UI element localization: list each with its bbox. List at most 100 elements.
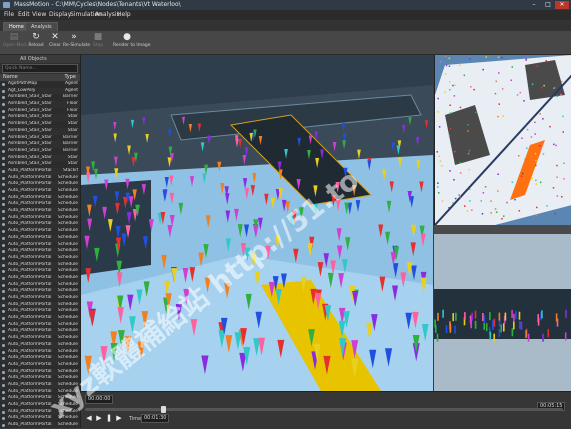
visibility-icon[interactable]	[2, 223, 5, 227]
visibility-icon[interactable]	[2, 357, 5, 361]
list-item[interactable]: Asmbled_Stair_Stair Stair	[0, 161, 80, 168]
visibility-icon[interactable]	[2, 310, 5, 314]
visibility-icon[interactable]	[2, 149, 5, 153]
list-item[interactable]: Auto_PlatformPortal10- Schedule	[0, 281, 80, 289]
visibility-icon[interactable]	[2, 263, 5, 267]
visibility-icon[interactable]	[2, 397, 5, 401]
visibility-icon[interactable]	[2, 337, 5, 341]
visibility-icon[interactable]	[2, 183, 5, 187]
list-item[interactable]: Auto_PlatformPortal1- Schedule	[0, 208, 80, 215]
visibility-icon[interactable]	[2, 96, 5, 100]
list-item[interactable]: Auto_PlatformPortal2- Schedule	[0, 361, 80, 369]
visibility-icon[interactable]	[2, 143, 5, 147]
visibility-icon[interactable]	[2, 136, 5, 140]
visibility-icon[interactable]	[2, 216, 5, 220]
list-item[interactable]: Auto_PlatformPortal1- Schedule	[0, 228, 80, 235]
list-item[interactable]: Asmbled_Stair_Stair Stair	[0, 114, 80, 121]
visibility-icon[interactable]	[2, 156, 5, 160]
menu-help[interactable]: Help	[117, 11, 131, 18]
visibility-icon[interactable]	[2, 250, 5, 254]
list-item[interactable]: Auto_PlatformPortal1- Schedule	[0, 195, 80, 202]
list-item[interactable]: Auto_PlatformPortal1- Schedule	[0, 221, 80, 228]
list-item[interactable]: Auto_PlatformPortal10- Schedule	[0, 288, 80, 295]
list-item[interactable]: Auto_PlatformPortal1- Schedule	[0, 254, 80, 262]
visibility-icon[interactable]	[2, 83, 5, 86]
close-button[interactable]: ✕	[555, 1, 569, 9]
list-item[interactable]: Asmbled_Stair_Stair Floor	[0, 101, 80, 108]
visibility-icon[interactable]	[2, 410, 5, 414]
visibility-icon[interactable]	[2, 116, 5, 120]
visibility-icon[interactable]	[2, 89, 5, 93]
visibility-icon[interactable]	[2, 123, 5, 127]
column-name[interactable]: Name	[3, 74, 18, 81]
list-item[interactable]: Auto_PlatformPortal10- Schedule	[0, 262, 80, 269]
visibility-icon[interactable]	[2, 317, 5, 321]
list-item[interactable]: Auto_PlatformPortal2- Schedule	[0, 328, 80, 335]
visibility-icon[interactable]	[2, 377, 5, 381]
list-item[interactable]: Asmbled_Stair_Stair Barrier	[0, 147, 80, 155]
visibility-icon[interactable]	[2, 169, 5, 173]
side-elevation-view[interactable]	[434, 234, 571, 391]
list-item[interactable]: Asmbled_Stair_Stair Stair	[0, 121, 80, 128]
visibility-icon[interactable]	[2, 190, 5, 193]
visibility-icon[interactable]	[2, 390, 5, 394]
current-time-field[interactable]: 00:01:30	[141, 414, 170, 423]
list-item[interactable]: Asmbled_Stair_Stair Floor	[0, 107, 80, 115]
visibility-icon[interactable]	[2, 129, 5, 133]
visibility-icon[interactable]	[2, 256, 5, 260]
visibility-icon[interactable]	[2, 163, 5, 167]
visibility-icon[interactable]	[2, 417, 5, 421]
menu-display[interactable]: Display	[49, 11, 71, 18]
maximize-button[interactable]: □	[541, 1, 555, 9]
list-item[interactable]: Auto_PlatformPortal10- Schedule	[0, 315, 80, 322]
visibility-icon[interactable]	[2, 303, 5, 307]
visibility-icon[interactable]	[2, 350, 5, 354]
render-to-image-button[interactable]: ● Render to Image	[113, 32, 151, 53]
visibility-icon[interactable]	[2, 363, 5, 367]
visibility-icon[interactable]	[2, 323, 5, 327]
visibility-icon[interactable]	[2, 270, 5, 274]
visibility-icon[interactable]	[2, 404, 5, 407]
visibility-icon[interactable]	[2, 330, 5, 334]
list-item[interactable]: Auto_PlatformPortal1- Schedule	[0, 241, 80, 249]
step-forward-icon[interactable]: ▶	[115, 414, 123, 422]
menu-edit[interactable]: Edit	[18, 11, 30, 18]
list-item[interactable]: Auto_PlatformPortal10- Schedule	[0, 308, 80, 316]
visibility-icon[interactable]	[2, 276, 5, 280]
list-item[interactable]: AgotPathMap Agent	[0, 81, 80, 88]
list-item[interactable]: Agt_LowPoly Agent	[0, 88, 80, 95]
list-item[interactable]: Auto_PlatformPortal1 Schedule	[0, 174, 80, 182]
visibility-icon[interactable]	[2, 424, 5, 428]
list-item[interactable]: Auto_PlatformPortal10- Schedule	[0, 295, 80, 302]
column-type[interactable]: Type	[65, 74, 76, 81]
timeline-scrubber[interactable]	[161, 406, 167, 413]
visibility-icon[interactable]	[2, 103, 5, 107]
open-model-button[interactable]: ▤ Open Mod...	[3, 32, 30, 53]
visibility-icon[interactable]	[2, 297, 5, 300]
visibility-icon[interactable]	[2, 230, 5, 234]
visibility-icon[interactable]	[2, 210, 5, 214]
list-item[interactable]: Auto_PlatformPortal10- Schedule	[0, 302, 80, 309]
list-item[interactable]: Asmbled_Stair_Stair Barrier	[0, 141, 80, 148]
object-search-input[interactable]: Quick Name...	[2, 64, 78, 73]
visibility-icon[interactable]	[2, 290, 5, 294]
list-item[interactable]: Auto_PlatformPortal... Stackif	[0, 168, 80, 175]
list-item[interactable]: Auto_PlatformPortal1- Schedule	[0, 181, 80, 188]
visibility-icon[interactable]	[2, 243, 5, 247]
timeline-track[interactable]	[85, 406, 563, 413]
stop-button[interactable]: ■ Stop	[87, 32, 109, 53]
visibility-icon[interactable]	[2, 370, 5, 374]
visibility-icon[interactable]	[2, 236, 5, 240]
list-item[interactable]: Auto_PlatformPortal1- Schedule	[0, 235, 80, 242]
list-item[interactable]: Auto_PlatformPortal2- Schedule	[0, 321, 80, 329]
list-item[interactable]: Auto_PlatformPortal2- Schedule	[0, 355, 80, 362]
list-item[interactable]: Auto_PlatformPortal2- Schedule	[0, 348, 80, 356]
pause-icon[interactable]: ❚	[105, 414, 113, 422]
list-item[interactable]: Asmbled_Stair_Stair Barrier	[0, 94, 80, 102]
visibility-icon[interactable]	[2, 383, 5, 387]
list-item[interactable]: Auto_PlatformPortal1- Schedule	[0, 201, 80, 209]
list-item[interactable]: Auto_PlatformPortal2- Schedule	[0, 342, 80, 349]
list-item[interactable]: Auto_PlatformPortal1- Schedule	[0, 248, 80, 255]
visibility-icon[interactable]	[2, 176, 5, 180]
list-item[interactable]: Asmbled_Stair_Stair Barrier	[0, 134, 80, 142]
